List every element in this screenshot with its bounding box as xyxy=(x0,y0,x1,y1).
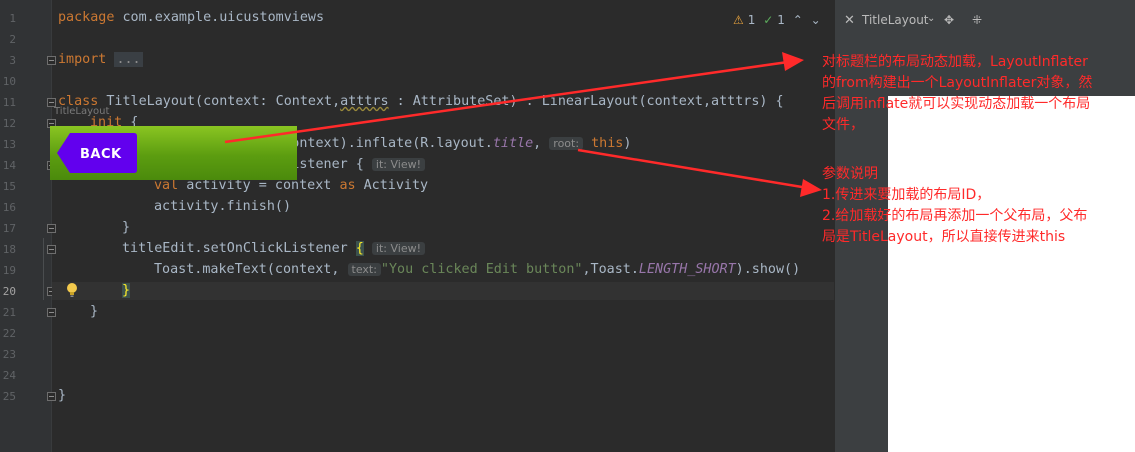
arrow-head-2 xyxy=(800,179,822,197)
arrow-head-1 xyxy=(782,52,804,71)
arrow-line-2 xyxy=(577,148,809,190)
arrow-line-1 xyxy=(224,60,789,144)
annotation-arrows xyxy=(224,52,822,197)
